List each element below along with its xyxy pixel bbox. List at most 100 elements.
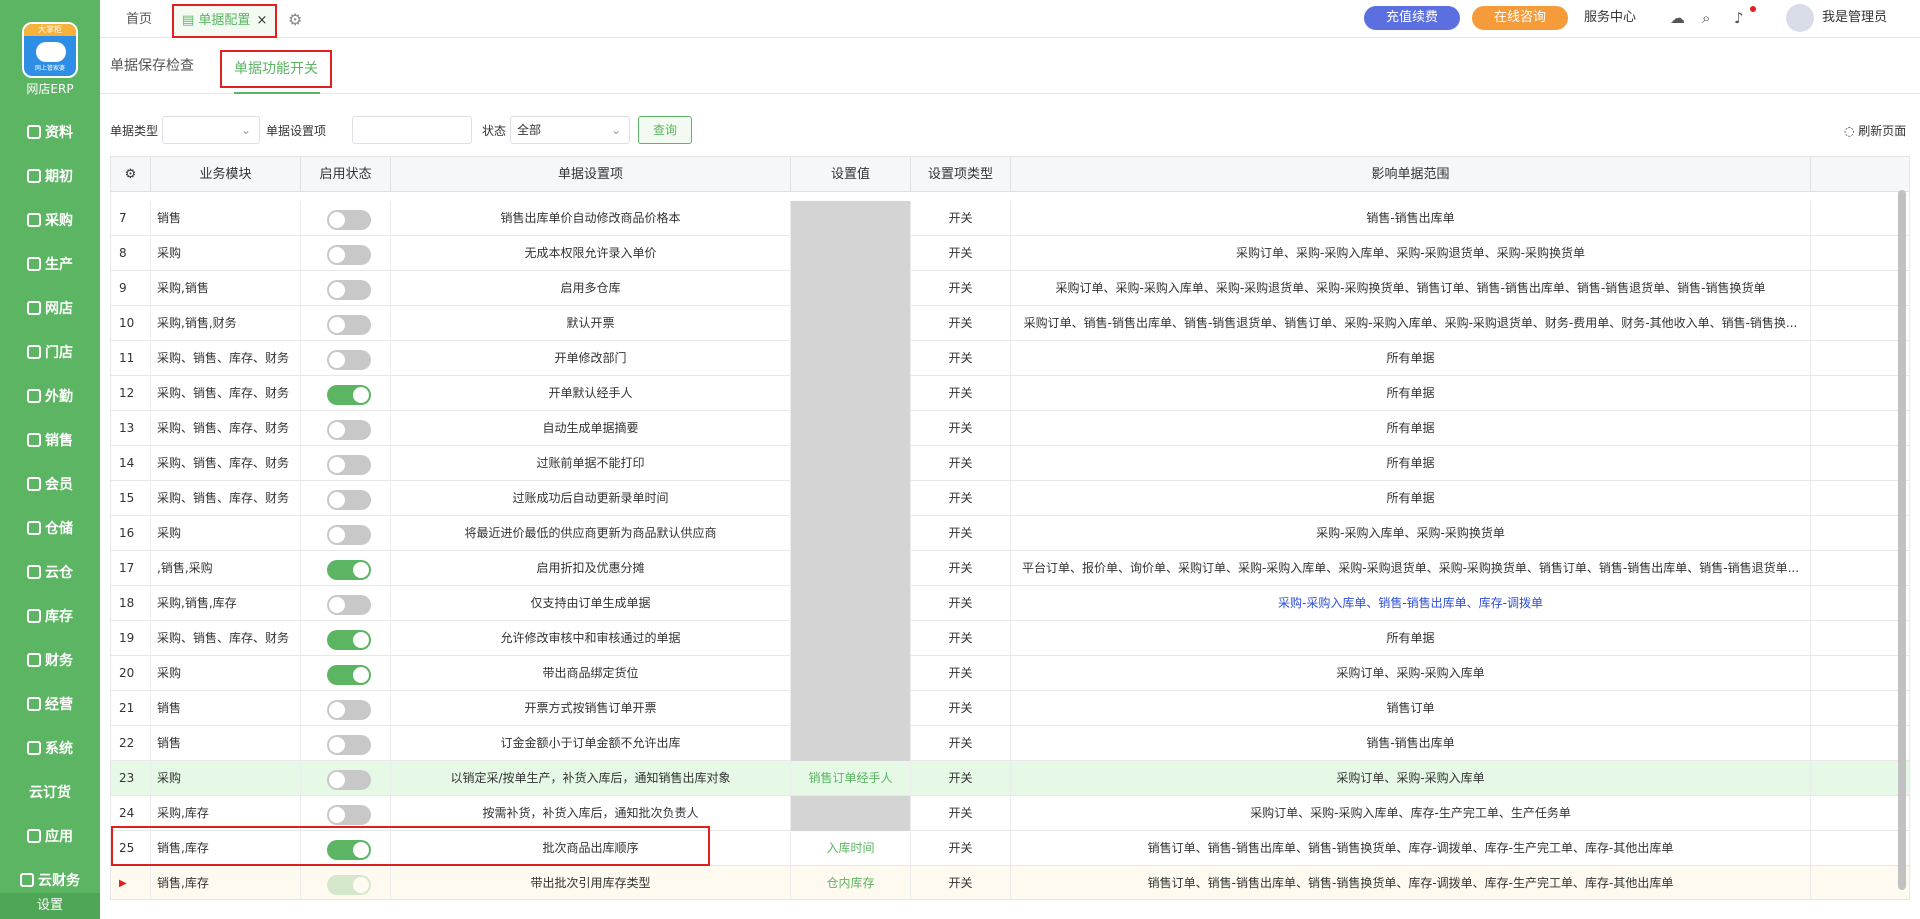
setting-value-cell[interactable]: 仓内库存 [791,866,911,899]
tab-home[interactable]: 首页 [126,4,152,36]
table-row[interactable]: 22 销售 订金金额小于订单金额不允许出库 开关 销售-销售出库单 [111,726,1909,761]
status-toggle[interactable] [327,490,371,510]
table-row[interactable]: 8 采购 无成本权限允许录入单价 开关 采购订单、采购-采购入库单、采购-采购退货单、采… [111,236,1909,271]
table-row[interactable]: 7 销售 销售出库单价自动修改商品价格本 开关 销售-销售出库单 [111,201,1909,236]
username[interactable]: 我是管理员 [1822,6,1887,30]
setting-value-cell[interactable] [791,271,911,306]
status-toggle[interactable] [327,770,371,790]
setting-value-cell[interactable] [791,796,911,831]
status-toggle[interactable] [327,350,371,370]
sidebar-item[interactable]: 财务 [0,644,100,676]
sidebar-item[interactable]: 采购 [0,204,100,236]
sidebar-item[interactable]: 系统 [0,732,100,764]
column-settings-icon[interactable]: ⚙ [111,157,151,192]
status-toggle[interactable] [327,735,371,755]
status-toggle[interactable] [327,315,371,335]
table-row[interactable]: 24 采购,库存 按需补货，补货入库后，通知批次负责人 开关 采购订单、采购-采购入库单… [111,796,1909,831]
setting-value-cell[interactable] [791,376,911,411]
bell-icon[interactable]: ♪ [1734,6,1744,30]
close-icon[interactable]: × [256,13,267,28]
status-toggle[interactable] [327,875,371,895]
setting-value-cell[interactable] [791,726,911,761]
app-logo[interactable]: 大掌柜 网上管家婆 [22,22,78,78]
setting-value-cell[interactable] [791,201,911,236]
table-row[interactable]: 17 ,销售,采购 启用折扣及优惠分摊 开关 平台订单、报价单、询价单、采购订单、采购-… [111,551,1909,586]
sidebar-item[interactable]: 经营 [0,688,100,720]
setting-value-cell[interactable] [791,306,911,341]
status-toggle[interactable] [327,245,371,265]
table-row[interactable]: 12 采购、销售、库存、财务 开单默认经手人 开关 所有单据 [111,376,1909,411]
avatar[interactable] [1786,4,1814,32]
status-toggle[interactable] [327,700,371,720]
table-row[interactable]: 20 采购 带出商品绑定货位 开关 采购订单、采购-采购入库单 [111,656,1909,691]
sidebar-item[interactable]: 门店 [0,336,100,368]
status-toggle[interactable] [327,560,371,580]
table-row[interactable]: ▶ 销售,库存 带出批次引用库存类型 仓内库存 开关 销售订单、销售-销售出库单、销售-销… [111,866,1909,899]
status-toggle[interactable] [327,455,371,475]
status-toggle[interactable] [327,210,371,230]
status-toggle[interactable] [327,840,371,860]
sidebar-item[interactable]: 应用 [0,820,100,852]
sidebar-item[interactable]: 云仓 [0,556,100,588]
tab-document-config[interactable]: ▤ 单据配置 × [172,4,278,38]
sidebar-item[interactable]: 会员 [0,468,100,500]
sidebar-item[interactable]: 网店 [0,292,100,324]
setting-value-cell[interactable] [791,411,911,446]
setting-value-cell[interactable] [791,516,911,551]
table-row[interactable]: 13 采购、销售、库存、财务 自动生成单据摘要 开关 所有单据 [111,411,1909,446]
table-row[interactable]: 11 采购、销售、库存、财务 开单修改部门 开关 所有单据 [111,341,1909,376]
refresh-page-button[interactable]: ◌ 刷新页面 [1844,122,1906,139]
cloud-download-icon[interactable]: ☁ [1670,6,1685,30]
sidebar-item[interactable]: 资料 [0,116,100,148]
table-row[interactable]: 18 采购,销售,库存 仅支持由订单生成单据 开关 采购-采购入库单、销售-销售出库单、… [111,586,1909,621]
table-row[interactable]: 16 采购 将最近进价最低的供应商更新为商品默认供应商 开关 采购-采购入库单、采购-采… [111,516,1909,551]
setting-value-cell[interactable] [791,691,911,726]
table-row[interactable]: 25 销售,库存 批次商品出库顺序 入库时间 开关 销售订单、销售-销售出库单、销售-销售… [111,831,1909,866]
table-row[interactable]: 21 销售 开票方式按销售订单开票 开关 销售订单 [111,691,1909,726]
sidebar-item[interactable]: 期初 [0,160,100,192]
recharge-button[interactable]: 充值续费 [1364,6,1460,30]
doc-type-select[interactable]: ⌄ [162,116,260,144]
subtab-save-check[interactable]: 单据保存检查 [110,52,194,80]
gear-icon[interactable]: ⚙ [288,4,302,36]
status-toggle[interactable] [327,595,371,615]
status-toggle[interactable] [327,420,371,440]
service-center-link[interactable]: 服务中心 [1584,6,1636,30]
table-row[interactable]: 19 采购、销售、库存、财务 允许修改审核中和审核通过的单据 开关 所有单据 [111,621,1909,656]
search-icon[interactable]: ⌕ [1702,6,1710,30]
table-row[interactable]: 9 采购,销售 启用多仓库 开关 采购订单、采购-采购入库单、采购-采购退货单、采购-采… [111,271,1909,306]
setting-value-cell[interactable] [791,341,911,376]
status-toggle[interactable] [327,630,371,650]
table-row[interactable]: 23 采购 以销定采/按单生产，补货入库后，通知销售出库对象 销售订单经手人 开关 采购订… [111,761,1909,796]
sidebar-item[interactable]: 销售 [0,424,100,456]
table-row[interactable]: 10 采购,销售,财务 默认开票 开关 采购订单、销售-销售出库单、销售-销售退货单、销… [111,306,1909,341]
setting-value-cell[interactable] [791,551,911,586]
setting-value-cell[interactable] [791,236,911,271]
scrollbar[interactable] [1898,190,1906,890]
online-consult-button[interactable]: 在线咨询 [1472,6,1568,30]
setting-value-cell[interactable]: 入库时间 [791,831,911,866]
table-row[interactable]: 14 采购、销售、库存、财务 过账前单据不能打印 开关 所有单据 [111,446,1909,481]
sidebar-item[interactable]: 仓储 [0,512,100,544]
setting-value-cell[interactable] [791,586,911,621]
status-toggle[interactable] [327,525,371,545]
sidebar-item[interactable]: 库存 [0,600,100,632]
sidebar-item[interactable]: 云订货 [0,776,100,808]
status-select[interactable]: 全部 ⌄ [510,116,630,144]
sidebar-item[interactable]: 生产 [0,248,100,280]
status-toggle[interactable] [327,385,371,405]
setting-value-cell[interactable] [791,656,911,691]
sidebar-item[interactable]: 云财务 [0,864,100,896]
setting-value-cell[interactable]: 销售订单经手人 [791,761,911,796]
status-toggle[interactable] [327,665,371,685]
subtab-function-switch[interactable]: 单据功能开关 [220,50,332,88]
setting-value-cell[interactable] [791,621,911,656]
setting-value-cell[interactable] [791,446,911,481]
sidebar-item[interactable]: 外勤 [0,380,100,412]
setting-value-cell[interactable] [791,481,911,516]
status-toggle[interactable] [327,280,371,300]
sidebar-settings-button[interactable]: 设置 [0,893,100,919]
status-toggle[interactable] [327,805,371,825]
query-button[interactable]: 查询 [638,116,692,144]
doc-item-input[interactable] [352,116,472,144]
